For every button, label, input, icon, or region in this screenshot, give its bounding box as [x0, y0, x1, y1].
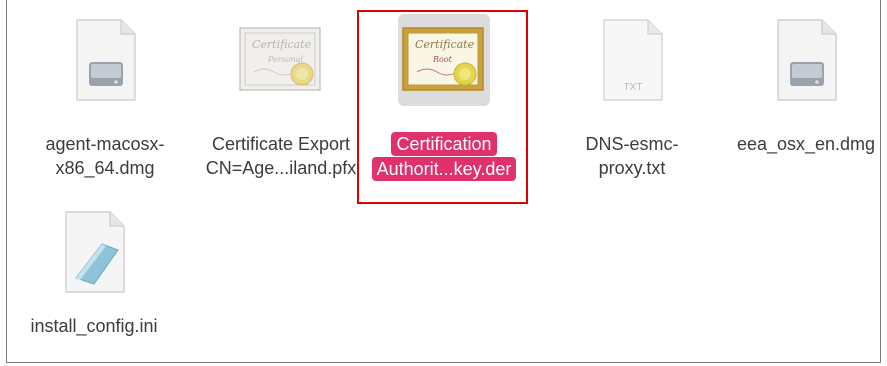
certificate-icon-title: Certificate — [252, 38, 312, 51]
finder-window-content: agent-macosx- x86_64.dmg Certificate Per… — [6, 0, 881, 363]
file-label: Certificate Export CN=Age...iland.pfx — [196, 132, 366, 180]
text-document-icon: TXT — [603, 19, 663, 101]
dmg-icon-container — [762, 16, 850, 104]
dmg-icon-container — [61, 16, 149, 104]
certificate-icon-subtitle: Personal — [267, 55, 303, 64]
file-name-line: install_config.ini — [30, 316, 158, 336]
file-label: agent-macosx- x86_64.dmg — [20, 132, 190, 180]
file-name-line: agent-macosx- — [45, 134, 165, 154]
file-name-line: proxy.txt — [598, 158, 666, 178]
ini-icon-container — [50, 208, 138, 296]
ini-config-file-icon — [65, 211, 125, 293]
file-item-eea-dmg[interactable]: eea_osx_en.dmg — [721, 14, 887, 194]
certificate-root-icon: Certificate Root — [402, 27, 484, 91]
file-name-line: Authorit...key.der — [371, 157, 517, 181]
file-name-line: eea_osx_en.dmg — [736, 134, 876, 154]
file-item-dns-proxy-txt[interactable]: TXT DNS-esmc- proxy.txt — [547, 14, 717, 194]
file-name-line: DNS-esmc- — [585, 134, 679, 154]
certificate-personal-icon: Certificate Personal — [239, 27, 321, 91]
file-label: eea_osx_en.dmg — [721, 132, 887, 156]
file-item-certificate-export-pfx[interactable]: Certificate Personal Certificate Export … — [196, 14, 366, 194]
file-item-certification-authority-der[interactable]: Certificate Root Certification Authorit.… — [359, 14, 529, 194]
selected-icon-background: Certificate Root — [398, 14, 490, 106]
dmg-disk-image-icon — [76, 19, 136, 101]
txt-icon-label: TXT — [624, 82, 643, 93]
certificate-icon-subtitle: Root — [432, 55, 453, 64]
file-name-line: CN=Age...iland.pfx — [205, 158, 357, 178]
file-label: install_config.ini — [9, 314, 179, 338]
file-item-agent-dmg[interactable]: agent-macosx- x86_64.dmg — [20, 14, 190, 194]
file-item-install-config-ini[interactable]: install_config.ini — [9, 206, 179, 356]
certificate-icon-title: Certificate — [415, 38, 475, 51]
file-name-line: Certificate Export — [211, 134, 351, 154]
dmg-disk-image-icon — [777, 19, 837, 101]
certificate-icon-container: Certificate Personal — [237, 16, 325, 104]
file-label-selected: Certification Authorit...key.der — [359, 132, 529, 182]
file-label: DNS-esmc- proxy.txt — [547, 132, 717, 180]
file-name-line: x86_64.dmg — [55, 158, 155, 178]
file-name-line: Certification — [391, 132, 497, 156]
txt-icon-container: TXT — [588, 16, 676, 104]
